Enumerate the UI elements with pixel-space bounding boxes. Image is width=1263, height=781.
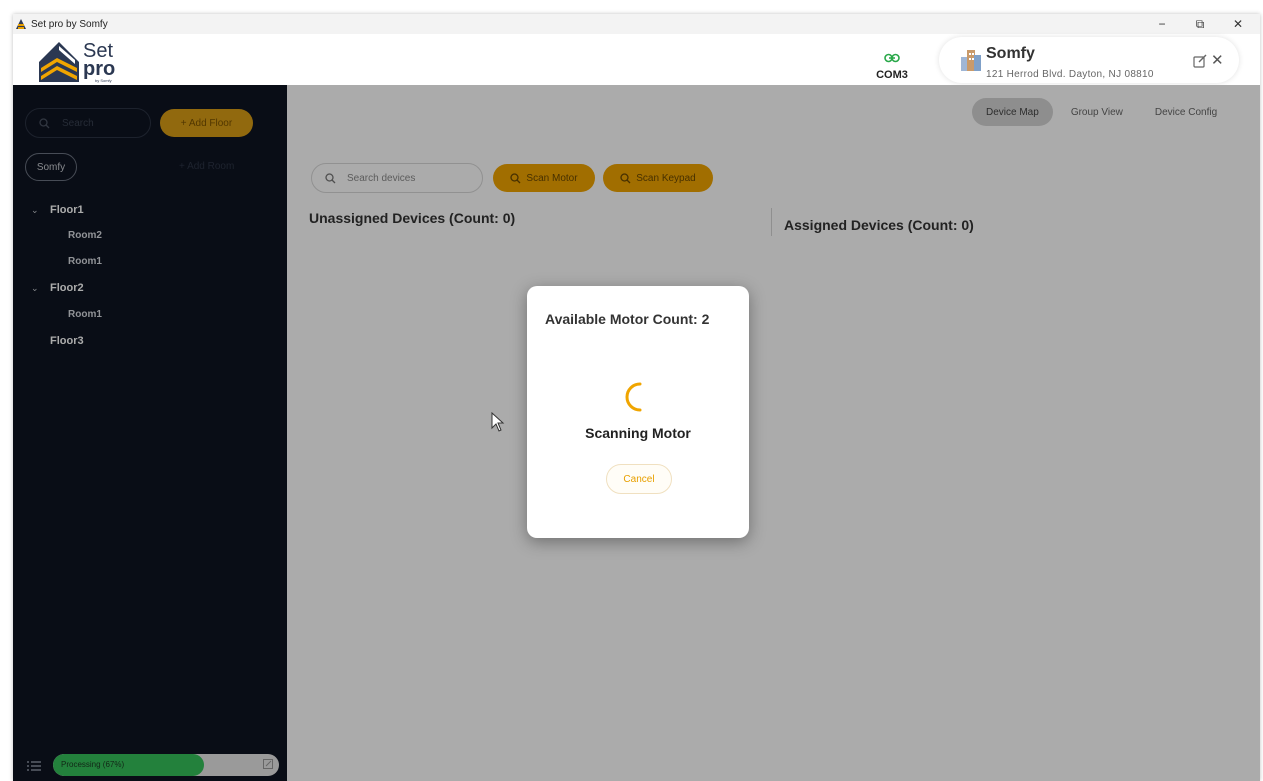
scanning-status: Scanning Motor — [585, 425, 691, 441]
restore-button[interactable]: ⧉ — [1181, 14, 1219, 34]
edit-icon[interactable] — [1193, 54, 1207, 68]
loading-spinner-icon — [625, 382, 642, 412]
com-port-label: COM3 — [876, 69, 908, 81]
site-name: Somfy — [986, 45, 1035, 62]
scan-motor-dialog: Available Motor Count: 2 Scanning Motor … — [527, 286, 749, 538]
close-icon[interactable]: ✕ — [1211, 51, 1224, 69]
link-icon — [884, 53, 900, 63]
title-bar: Set pro by Somfy − ⧉ ✕ — [13, 14, 1260, 34]
app-window: Set pro by Somfy − ⧉ ✕ Set pro by Somfy … — [13, 14, 1260, 781]
site-card[interactable]: Somfy 121 Herrod Blvd. Dayton, NJ 08810 … — [939, 37, 1239, 83]
logo-text-by: by Somfy — [95, 78, 112, 83]
minimize-button[interactable]: − — [1143, 14, 1181, 34]
window-title: Set pro by Somfy — [31, 18, 108, 30]
app-header: Set pro by Somfy COM3 Somfy 121 Herrod B… — [13, 34, 1260, 85]
com-port-status[interactable]: COM3 — [872, 50, 912, 81]
cancel-button[interactable]: Cancel — [606, 464, 672, 494]
available-motor-count: Available Motor Count: 2 — [545, 311, 710, 327]
setpro-logo: Set pro by Somfy — [37, 38, 119, 84]
mouse-cursor-icon — [491, 412, 505, 432]
close-window-button[interactable]: ✕ — [1219, 14, 1257, 34]
app-icon — [16, 19, 26, 29]
site-address: 121 Herrod Blvd. Dayton, NJ 08810 — [986, 69, 1154, 80]
building-icon — [961, 50, 981, 71]
